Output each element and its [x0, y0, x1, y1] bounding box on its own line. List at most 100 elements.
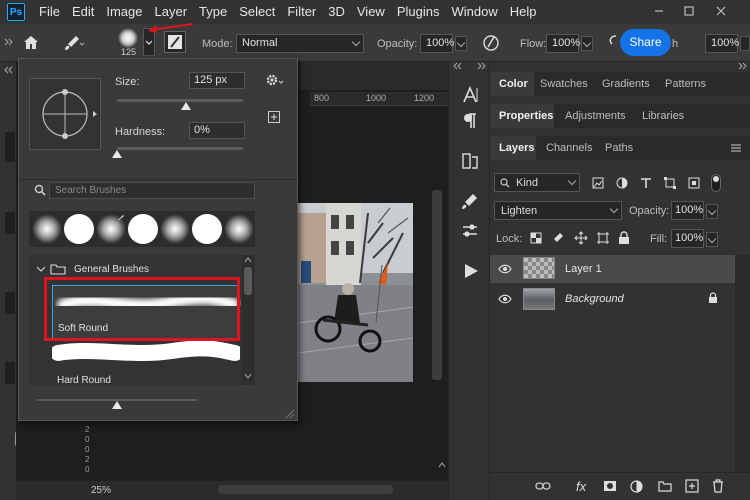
- share-button[interactable]: Share: [620, 29, 671, 56]
- new-group-icon[interactable]: [658, 480, 672, 492]
- tab-paths[interactable]: Paths: [605, 142, 633, 154]
- layer-row-layer-1[interactable]: Layer 1: [490, 255, 735, 283]
- hardness-field[interactable]: 0%: [189, 122, 245, 139]
- eye-icon[interactable]: [498, 294, 512, 304]
- flow-dropdown-icon[interactable]: [581, 36, 593, 51]
- filter-shape-icon[interactable]: [664, 177, 676, 189]
- smoothing-field[interactable]: 100%: [705, 34, 739, 53]
- vertical-scrollbar[interactable]: [432, 190, 442, 380]
- lock-artboard-icon[interactable]: [596, 231, 610, 245]
- tool-slot[interactable]: [5, 292, 15, 314]
- zoom-level[interactable]: 25%: [91, 485, 111, 496]
- tab-libraries[interactable]: Libraries: [642, 110, 684, 122]
- recent-brush-soft-3[interactable]: [224, 214, 254, 244]
- panel-menu-icon[interactable]: [730, 143, 742, 153]
- blend-mode-select[interactable]: Lighten: [494, 201, 622, 220]
- menu-window[interactable]: Window: [445, 0, 503, 24]
- hardness-slider-track[interactable]: [117, 147, 243, 150]
- pressure-opacity-icon[interactable]: [481, 33, 501, 53]
- brush-item-hard-round[interactable]: Hard Round: [52, 341, 240, 389]
- mode-select[interactable]: Normal: [236, 34, 364, 53]
- play-action-icon[interactable]: [463, 263, 479, 279]
- resize-grip-icon[interactable]: [283, 407, 295, 419]
- tool-slot[interactable]: [5, 212, 15, 234]
- lock-pixels-icon[interactable]: [552, 232, 564, 244]
- menu-file[interactable]: File: [33, 0, 66, 24]
- new-preset-icon[interactable]: [268, 111, 280, 123]
- chevron-down-icon[interactable]: [36, 265, 46, 273]
- menu-help[interactable]: Help: [504, 0, 543, 24]
- recent-brush-soft[interactable]: [32, 214, 62, 244]
- minimize-icon[interactable]: [652, 4, 666, 18]
- brush-preset-preview-icon[interactable]: [118, 28, 138, 48]
- size-slider-thumb[interactable]: [181, 102, 192, 110]
- size-field[interactable]: 125 px: [189, 72, 245, 89]
- opacity-dropdown-icon[interactable]: [455, 36, 467, 51]
- layer-filter-select[interactable]: Kind: [494, 173, 580, 192]
- recent-brush-hard-2[interactable]: [192, 214, 222, 244]
- add-mask-icon[interactable]: [603, 480, 617, 492]
- delete-layer-icon[interactable]: [712, 479, 724, 493]
- layer-name[interactable]: Layer 1: [565, 263, 602, 275]
- layer-row-background[interactable]: Background: [490, 285, 735, 313]
- tab-channels[interactable]: Channels: [546, 142, 592, 154]
- menu-3d[interactable]: 3D: [322, 0, 351, 24]
- collapse-arrows-icon[interactable]: [477, 62, 487, 70]
- brush-group-name[interactable]: General Brushes: [74, 264, 149, 275]
- menu-select[interactable]: Select: [233, 0, 281, 24]
- filter-toggle[interactable]: [711, 174, 721, 192]
- brush-settings-panel-toggle[interactable]: [164, 31, 186, 53]
- lock-position-icon[interactable]: [574, 231, 588, 245]
- menu-image[interactable]: Image: [100, 0, 148, 24]
- collapse-arrows-icon[interactable]: [738, 62, 748, 70]
- link-layers-icon[interactable]: [535, 481, 551, 491]
- menu-plugins[interactable]: Plugins: [391, 0, 446, 24]
- brush-tool-icon[interactable]: [62, 34, 84, 52]
- layer-opacity-dropdown[interactable]: [706, 204, 718, 219]
- hardness-slider-thumb[interactable]: [112, 150, 122, 158]
- lock-all-icon[interactable]: [618, 231, 630, 245]
- menu-type[interactable]: Type: [193, 0, 233, 24]
- fill-field[interactable]: 100%: [671, 229, 704, 248]
- character-panel-icon[interactable]: [461, 86, 479, 104]
- opacity-field[interactable]: 100%: [420, 34, 454, 53]
- brush-list-scrollbar[interactable]: [242, 255, 254, 385]
- filter-smart-object-icon[interactable]: [688, 177, 700, 189]
- new-layer-icon[interactable]: [685, 479, 699, 493]
- recent-brush-hard-pressure[interactable]: [128, 214, 158, 244]
- layer-name[interactable]: Background: [565, 293, 624, 305]
- menu-edit[interactable]: Edit: [66, 0, 100, 24]
- lock-transparent-icon[interactable]: [530, 232, 542, 244]
- adjustment-layer-icon[interactable]: [630, 480, 643, 493]
- brush-settings-icon[interactable]: [461, 192, 479, 210]
- expand-arrows-icon[interactable]: [453, 62, 463, 70]
- brush-angle-roundness-preview[interactable]: [29, 78, 101, 150]
- size-slider-track[interactable]: [117, 99, 243, 102]
- menu-view[interactable]: View: [351, 0, 391, 24]
- tab-color[interactable]: Color: [499, 78, 528, 90]
- fill-dropdown[interactable]: [706, 232, 718, 247]
- recent-brush-hard[interactable]: [64, 214, 94, 244]
- tab-patterns[interactable]: Patterns: [665, 78, 706, 90]
- history-panel-icon[interactable]: [461, 152, 479, 170]
- filter-type-icon[interactable]: [640, 177, 652, 189]
- filter-pixel-icon[interactable]: [592, 177, 604, 189]
- fx-icon[interactable]: fx: [576, 479, 586, 494]
- tab-properties[interactable]: Properties: [499, 110, 553, 122]
- menu-filter[interactable]: Filter: [281, 0, 322, 24]
- maximize-icon[interactable]: [682, 4, 696, 18]
- adjustment-presets-icon[interactable]: [461, 222, 479, 240]
- smoothing-dropdown-icon[interactable]: [740, 36, 750, 51]
- layers-scrollbar[interactable]: [735, 255, 750, 472]
- tab-swatches[interactable]: Swatches: [540, 78, 588, 90]
- brush-search-input[interactable]: Search Brushes: [49, 182, 255, 199]
- tab-adjustments[interactable]: Adjustments: [565, 110, 626, 122]
- tab-layers[interactable]: Layers: [499, 142, 534, 154]
- tool-slot[interactable]: [5, 132, 15, 162]
- paragraph-panel-icon[interactable]: [461, 112, 479, 130]
- tool-slot[interactable]: [5, 362, 15, 384]
- flow-field[interactable]: 100%: [546, 34, 580, 53]
- filter-adjustment-icon[interactable]: [616, 177, 628, 189]
- gear-icon[interactable]: [266, 73, 284, 87]
- preview-size-thumb[interactable]: [112, 401, 122, 409]
